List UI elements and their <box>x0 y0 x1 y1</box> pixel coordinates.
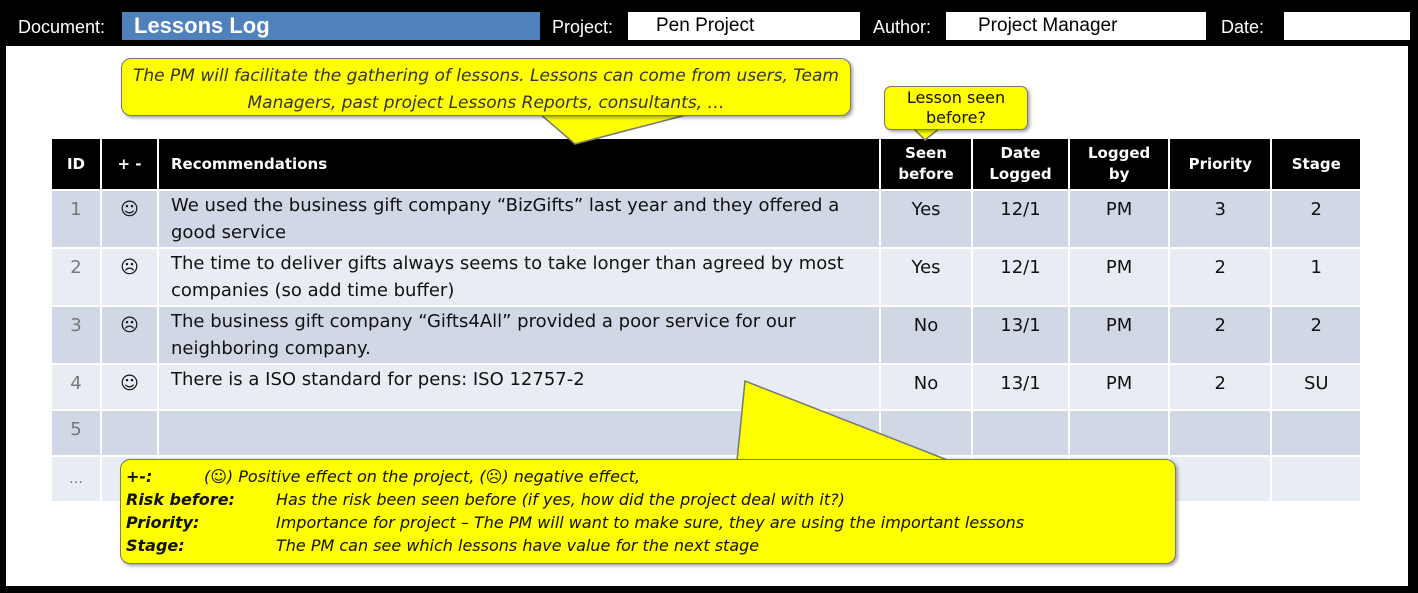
cell-recommendation <box>159 411 879 455</box>
legend-value: (☺) Positive effect on the project, (☹) … <box>204 467 641 486</box>
legend-value: Has the risk been seen before (if yes, h… <box>276 490 845 509</box>
legend-value: The PM can see which lessons have value … <box>276 536 760 555</box>
date-label: Date: <box>1221 17 1265 37</box>
legend-key: +-: <box>126 467 153 486</box>
cell-id: 1 <box>52 191 100 247</box>
legend-row-effect: +-: (☺) Positive effect on the project, … <box>126 465 1175 488</box>
cell-seen-before: No <box>881 365 971 409</box>
legend-key: Risk before: <box>126 490 235 509</box>
cell-id: 5 <box>52 411 100 455</box>
cell-recommendation: There is a ISO standard for pens: ISO 12… <box>159 365 879 409</box>
cell-date-logged: 12/1 <box>973 191 1068 247</box>
cell-date-logged: 12/1 <box>973 249 1068 305</box>
column-header-seen-before: Seen before <box>881 139 971 189</box>
smiley-happy-icon: ☺ <box>102 365 157 409</box>
legend-key: Priority: <box>126 513 200 532</box>
cell-stage: 2 <box>1272 307 1361 363</box>
cell-logged-by <box>1070 411 1169 455</box>
column-header-id: ID <box>52 139 100 189</box>
cell-id: 2 <box>52 249 100 305</box>
callout-seen-before: Lesson seen before? <box>884 86 1028 130</box>
legend-row-stage: Stage: The PM can see which lessons have… <box>126 534 1175 557</box>
legend-value: Importance for project – The PM will wan… <box>276 513 1025 532</box>
cell-priority: 3 <box>1170 191 1271 247</box>
callout-gathering: The PM will facilitate the gathering of … <box>121 58 851 116</box>
column-header-priority: Priority <box>1170 139 1271 189</box>
legend-row-risk-before: Risk before: Has the risk been seen befo… <box>126 488 1175 511</box>
cell-seen-before: No <box>881 307 971 363</box>
project-field[interactable]: Pen Project <box>628 12 860 40</box>
column-header-effect: + - <box>102 139 157 189</box>
legend-callout: +-: (☺) Positive effect on the project, … <box>120 459 1176 564</box>
cell-date-logged: 13/1 <box>973 307 1068 363</box>
column-header-stage: Stage <box>1272 139 1361 189</box>
cell-effect <box>102 411 157 455</box>
cell-id: 4 <box>52 365 100 409</box>
cell-seen-before: Yes <box>881 191 971 247</box>
cell-priority: 2 <box>1170 249 1271 305</box>
document-label: Document: <box>18 17 106 37</box>
cell-recommendation: We used the business gift company “BizGi… <box>159 191 879 247</box>
cell-priority <box>1170 457 1271 501</box>
cell-stage: 1 <box>1272 249 1361 305</box>
document-title: Lessons Log <box>122 12 540 40</box>
legend-row-priority: Priority: Importance for project – The P… <box>126 511 1175 534</box>
column-header-logged-by: Logged by <box>1070 139 1169 189</box>
smiley-sad-icon: ☹ <box>102 249 157 305</box>
cell-recommendation: The time to deliver gifts always seems t… <box>159 249 879 305</box>
cell-logged-by: PM <box>1070 307 1169 363</box>
cell-id: … <box>52 457 100 501</box>
smiley-sad-icon: ☹ <box>102 307 157 363</box>
table-row[interactable]: 2 ☹ The time to deliver gifts always see… <box>52 249 1361 305</box>
cell-logged-by: PM <box>1070 365 1169 409</box>
author-label: Author: <box>873 17 932 37</box>
cell-id: 3 <box>52 307 100 363</box>
column-header-recommendations: Recommendations <box>159 139 879 189</box>
cell-recommendation: The business gift company “Gifts4All” pr… <box>159 307 879 363</box>
table-header-row: ID + - Recommendations Seen before Date … <box>52 139 1361 189</box>
table-row[interactable]: 1 ☺ We used the business gift company “B… <box>52 191 1361 247</box>
table-row[interactable]: 3 ☹ The business gift company “Gifts4All… <box>52 307 1361 363</box>
cell-priority: 2 <box>1170 365 1271 409</box>
cell-date-logged: 13/1 <box>973 365 1068 409</box>
cell-stage: 2 <box>1272 191 1361 247</box>
table-row[interactable]: 5 <box>52 411 1361 455</box>
table-row[interactable]: 4 ☺ There is a ISO standard for pens: IS… <box>52 365 1361 409</box>
cell-stage <box>1272 411 1361 455</box>
cell-logged-by: PM <box>1070 191 1169 247</box>
cell-stage: SU <box>1272 365 1361 409</box>
cell-stage <box>1272 457 1361 501</box>
date-field[interactable] <box>1284 12 1410 40</box>
author-field[interactable]: Project Manager <box>946 12 1206 40</box>
cell-seen-before <box>881 411 971 455</box>
cell-logged-by: PM <box>1070 249 1169 305</box>
lessons-table: ID + - Recommendations Seen before Date … <box>50 137 1362 503</box>
cell-priority: 2 <box>1170 307 1271 363</box>
smiley-happy-icon: ☺ <box>102 191 157 247</box>
legend-key: Stage: <box>126 536 185 555</box>
column-header-date-logged: Date Logged <box>973 139 1068 189</box>
cell-seen-before: Yes <box>881 249 971 305</box>
project-label: Project: <box>552 17 614 37</box>
cell-date-logged <box>973 411 1068 455</box>
cell-priority <box>1170 411 1271 455</box>
